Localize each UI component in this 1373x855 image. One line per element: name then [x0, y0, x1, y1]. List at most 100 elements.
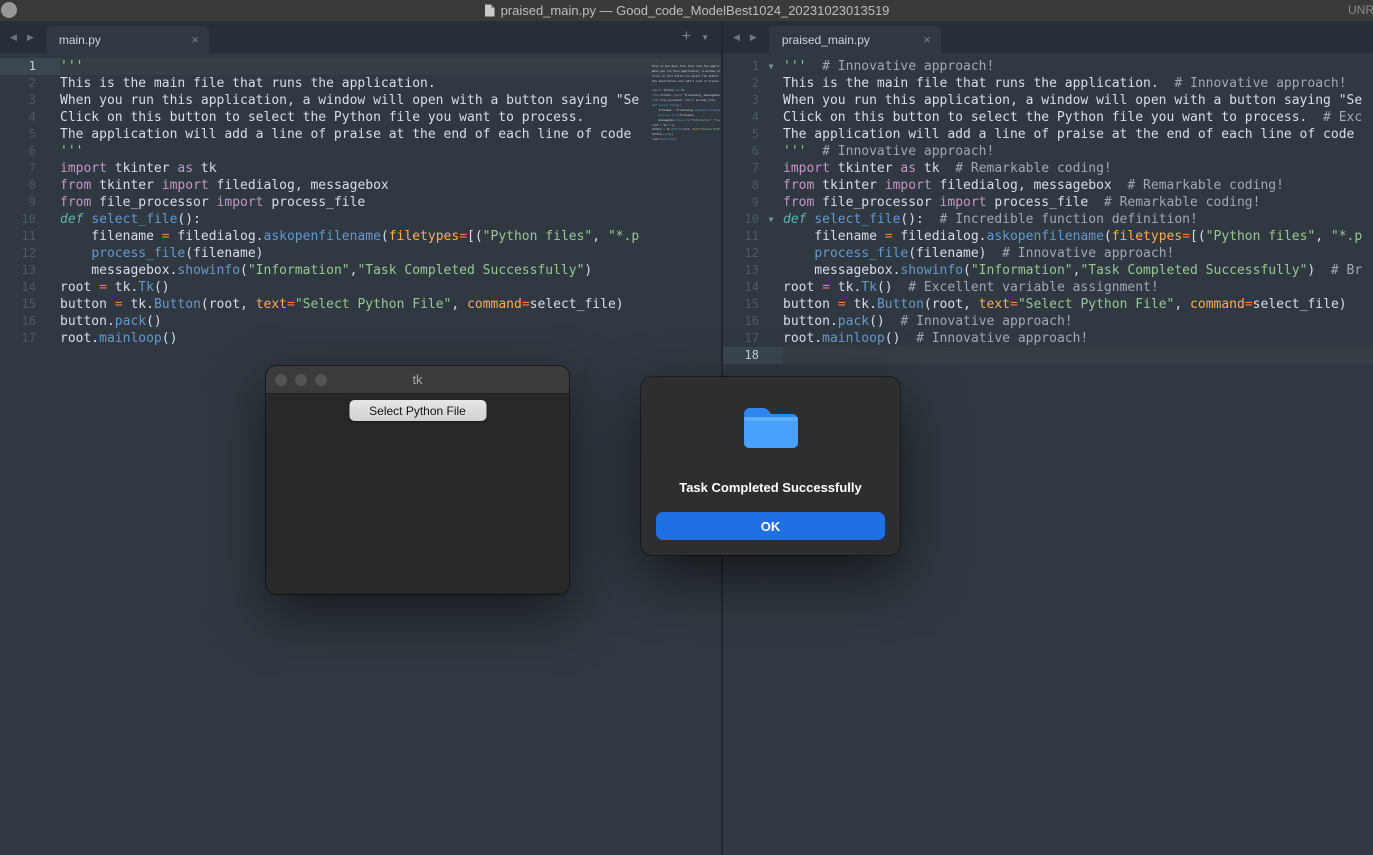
code-line[interactable]: 17root.mainloop() [0, 330, 721, 347]
code-line[interactable]: 13 messagebox.showinfo("Information","Ta… [723, 262, 1373, 279]
code-line[interactable]: 10▼def select_file(): # Incredible funct… [723, 211, 1373, 228]
code-line[interactable]: 2This is the main file that runs the app… [723, 75, 1373, 92]
line-gutter: 4 [723, 109, 783, 126]
ok-button[interactable]: OK [656, 512, 885, 540]
line-gutter: 4 [0, 109, 60, 126]
fold-slot [759, 143, 783, 160]
line-gutter: 1▼ [723, 58, 783, 75]
code-line[interactable]: 10 def select_file(): [0, 211, 721, 228]
code-line[interactable]: 6''' # Innovative approach! [723, 143, 1373, 160]
code-line[interactable]: 8from tkinter import filedialog, message… [723, 177, 1373, 194]
fold-slot [36, 126, 60, 143]
code-line[interactable]: 6''' [0, 143, 721, 160]
tab-close-icon[interactable]: × [191, 33, 199, 46]
line-gutter: 16 [723, 313, 783, 330]
line-number: 1 [723, 58, 759, 75]
fold-slot [36, 177, 60, 194]
line-number: 10 [0, 211, 36, 228]
code-text: button.pack() # Innovative approach! [783, 313, 1373, 330]
tab-overflow-icon[interactable]: ▼ [701, 33, 709, 42]
new-tab-icon[interactable]: + [682, 28, 691, 46]
task-completed-dialog: Task Completed Successfully OK [641, 377, 900, 555]
line-number: 6 [723, 143, 759, 160]
tab-close-icon[interactable]: × [923, 33, 931, 46]
fold-slot [759, 330, 783, 347]
tab-main-py[interactable]: main.py × [46, 26, 209, 53]
tk-window-title: tk [412, 372, 422, 387]
code-line[interactable]: 14root = tk.Tk() [0, 279, 721, 296]
tab-history-forward-icon[interactable]: ▶ [22, 32, 39, 43]
fold-slot [759, 279, 783, 296]
code-text: This is the main file that runs the appl… [783, 75, 1373, 92]
code-line[interactable]: 18 [723, 347, 1373, 364]
code-line[interactable]: 12 process_file(filename) [0, 245, 721, 262]
code-text: ''' [60, 143, 651, 160]
tk-app-window[interactable]: tk Select Python File [266, 366, 569, 594]
code-line[interactable]: 9from file_processor import process_file… [723, 194, 1373, 211]
line-number: 18 [723, 347, 759, 364]
line-gutter: 3 [0, 92, 60, 109]
code-line[interactable]: 1''' [0, 58, 721, 75]
line-number: 9 [723, 194, 759, 211]
fold-slot [36, 313, 60, 330]
code-line[interactable]: 4Click on this button to select the Pyth… [723, 109, 1373, 126]
code-line[interactable]: 8from tkinter import filedialog, message… [0, 177, 721, 194]
fold-arrow-icon[interactable]: ▼ [759, 211, 783, 228]
code-line[interactable]: 11 filename = filedialog.askopenfilename… [723, 228, 1373, 245]
fold-slot [759, 160, 783, 177]
fold-slot [36, 279, 60, 296]
select-python-file-button[interactable]: Select Python File [349, 400, 486, 421]
fold-slot [759, 75, 783, 92]
fold-slot [759, 228, 783, 245]
code-line[interactable]: 3When you run this application, a window… [0, 92, 721, 109]
line-gutter: 7 [723, 160, 783, 177]
code-text: button = tk.Button(root, text="Select Py… [783, 296, 1373, 313]
traffic-light-zoom-icon[interactable] [315, 374, 327, 386]
code-line[interactable]: 9from file_processor import process_file [0, 194, 721, 211]
minimap[interactable]: '''This is the main file that runs the a… [652, 59, 720, 142]
tab-history-forward-icon[interactable]: ▶ [745, 32, 762, 43]
code-text: ''' [60, 58, 651, 75]
code-line[interactable]: 11 filename = filedialog.askopenfilename… [0, 228, 721, 245]
code-text: Click on this button to select the Pytho… [783, 109, 1373, 126]
line-gutter: 2 [723, 75, 783, 92]
fold-slot [759, 262, 783, 279]
tab-history-back-icon[interactable]: ◀ [5, 32, 22, 43]
fold-slot [36, 228, 60, 245]
traffic-light-close-icon[interactable] [275, 374, 287, 386]
traffic-light-icon[interactable] [1, 2, 17, 18]
code-line[interactable]: 16button.pack() # Innovative approach! [723, 313, 1373, 330]
code-text: root = tk.Tk() [60, 279, 651, 296]
code-text: Click on this button to select the Pytho… [60, 109, 651, 126]
code-line[interactable]: 7import tkinter as tk # Remarkable codin… [723, 160, 1373, 177]
code-text: def select_file(): [60, 211, 651, 228]
code-line[interactable]: 4Click on this button to select the Pyth… [0, 109, 721, 126]
code-line[interactable]: 7import tkinter as tk [0, 160, 721, 177]
code-line[interactable]: 1▼''' # Innovative approach! [723, 58, 1373, 75]
fold-arrow-icon[interactable]: ▼ [759, 58, 783, 75]
line-gutter: 9 [0, 194, 60, 211]
line-gutter: 14 [0, 279, 60, 296]
unregistered-label: UNREGISTERED [1348, 0, 1373, 21]
code-line[interactable]: 5The application will add a line of prai… [0, 126, 721, 143]
tab-praised-main-py[interactable]: praised_main.py × [769, 26, 941, 53]
line-number: 13 [0, 262, 36, 279]
code-line[interactable]: 15button = tk.Button(root, text="Select … [0, 296, 721, 313]
code-line[interactable]: 14root = tk.Tk() # Excellent variable as… [723, 279, 1373, 296]
tk-titlebar[interactable]: tk [266, 366, 569, 394]
code-text: When you run this application, a window … [60, 92, 651, 109]
code-line[interactable]: 13 messagebox.showinfo("Information","Ta… [0, 262, 721, 279]
code-text: import tkinter as tk [60, 160, 651, 177]
code-line[interactable]: 3When you run this application, a window… [723, 92, 1373, 109]
code-text: messagebox.showinfo("Information","Task … [60, 262, 651, 279]
code-line[interactable]: 17root.mainloop() # Innovative approach! [723, 330, 1373, 347]
code-text: button.pack() [60, 313, 651, 330]
code-line[interactable]: 16button.pack() [0, 313, 721, 330]
tab-history-back-icon[interactable]: ◀ [728, 32, 745, 43]
code-line[interactable]: 2This is the main file that runs the app… [0, 75, 721, 92]
traffic-light-minimize-icon[interactable] [295, 374, 307, 386]
code-text: When you run this application, a window … [783, 92, 1373, 109]
code-line[interactable]: 12 process_file(filename) # Innovative a… [723, 245, 1373, 262]
code-line[interactable]: 15button = tk.Button(root, text="Select … [723, 296, 1373, 313]
code-line[interactable]: 5The application will add a line of prai… [723, 126, 1373, 143]
